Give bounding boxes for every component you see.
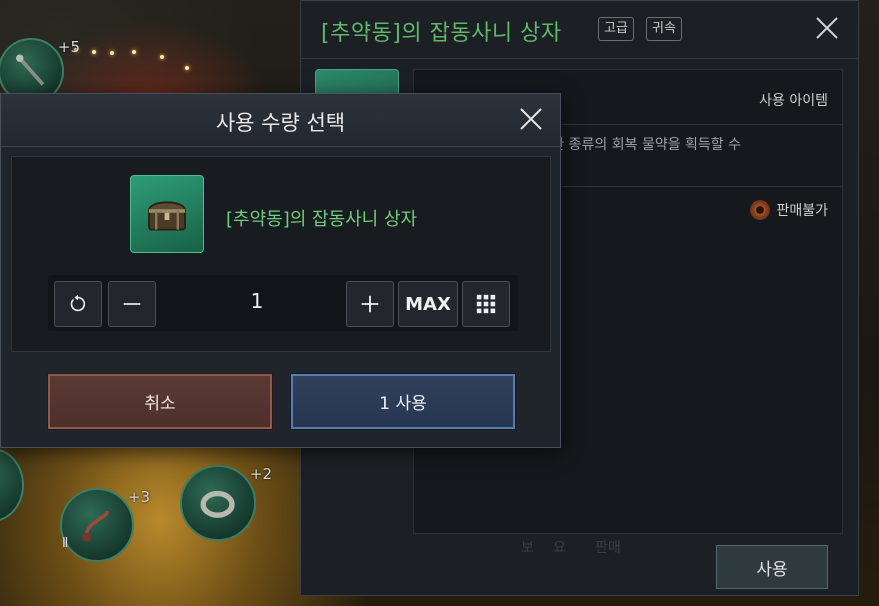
sell-status-label: 판매불가	[776, 203, 828, 219]
max-button[interactable]: MAX	[398, 281, 458, 327]
sell-status: 판매불가	[750, 200, 828, 220]
dialog-body: [추약동]의 잡동사니 상자 1 MAX	[11, 156, 551, 352]
increment-button[interactable]	[346, 281, 394, 327]
dialog-title: 사용 수량 선택	[215, 111, 346, 135]
reset-icon	[70, 294, 86, 312]
sparkle	[132, 50, 136, 54]
keypad-button[interactable]	[462, 281, 510, 327]
dialog-header: 사용 수량 선택	[1, 94, 560, 147]
confirm-use-button[interactable]: 1 사용	[290, 373, 516, 430]
dialog-item-name: [추약동]의 잡동사니 상자	[226, 209, 418, 230]
equipment-slot-ring[interactable]: +2	[180, 465, 272, 541]
equipment-slot-left[interactable]	[0, 448, 24, 522]
close-icon	[816, 17, 838, 39]
coin-icon	[750, 200, 771, 220]
decrement-button[interactable]	[108, 281, 156, 327]
detail-item-title: [추약동]의 잡동사니 상자	[321, 21, 562, 46]
ring-icon	[200, 491, 236, 519]
obscured-tab: 요	[553, 540, 566, 556]
equipment-slot-necklace[interactable]: +3	[60, 488, 150, 562]
slot-glyph: Ⅱ	[62, 536, 69, 551]
item-kind-label: 사용 아이템	[759, 93, 828, 109]
sparkle	[92, 50, 96, 54]
obscured-tab: 보	[521, 540, 534, 556]
quantity-input[interactable]: 1	[212, 289, 302, 313]
obscured-tab: 판매	[595, 540, 621, 556]
grade-tag: 고급	[598, 17, 634, 41]
enhance-badge: +5	[57, 38, 80, 56]
reset-button[interactable]	[54, 281, 102, 327]
treasure-chest-icon	[148, 201, 186, 231]
use-quantity-dialog: 사용 수량 선택 [추약동]의 잡동사니 상자 1 MAX 취소 1 사용	[0, 93, 561, 448]
close-icon	[520, 108, 542, 130]
necklace-icon	[82, 510, 110, 542]
enhance-badge: +3	[127, 488, 150, 506]
detail-use-button[interactable]: 사용	[716, 545, 828, 589]
plus-icon	[361, 295, 379, 313]
sparkle	[110, 51, 114, 55]
cancel-button[interactable]: 취소	[47, 373, 273, 430]
sparkle	[185, 66, 189, 70]
detail-close-button[interactable]	[814, 15, 840, 41]
enhance-badge: +2	[249, 465, 272, 483]
minus-icon	[123, 303, 141, 305]
sparkle	[160, 55, 164, 59]
item-icon	[130, 175, 204, 253]
keypad-icon	[476, 294, 496, 314]
staff-icon	[16, 54, 45, 87]
dialog-close-button[interactable]	[518, 106, 544, 132]
bound-tag: 귀속	[646, 17, 682, 41]
quantity-stepper: 1 MAX	[48, 275, 518, 331]
detail-header: [추약동]의 잡동사니 상자 고급 귀속	[301, 1, 858, 59]
item-description: 중 한 종류의 회복 물약을 획득할 수	[534, 137, 742, 153]
